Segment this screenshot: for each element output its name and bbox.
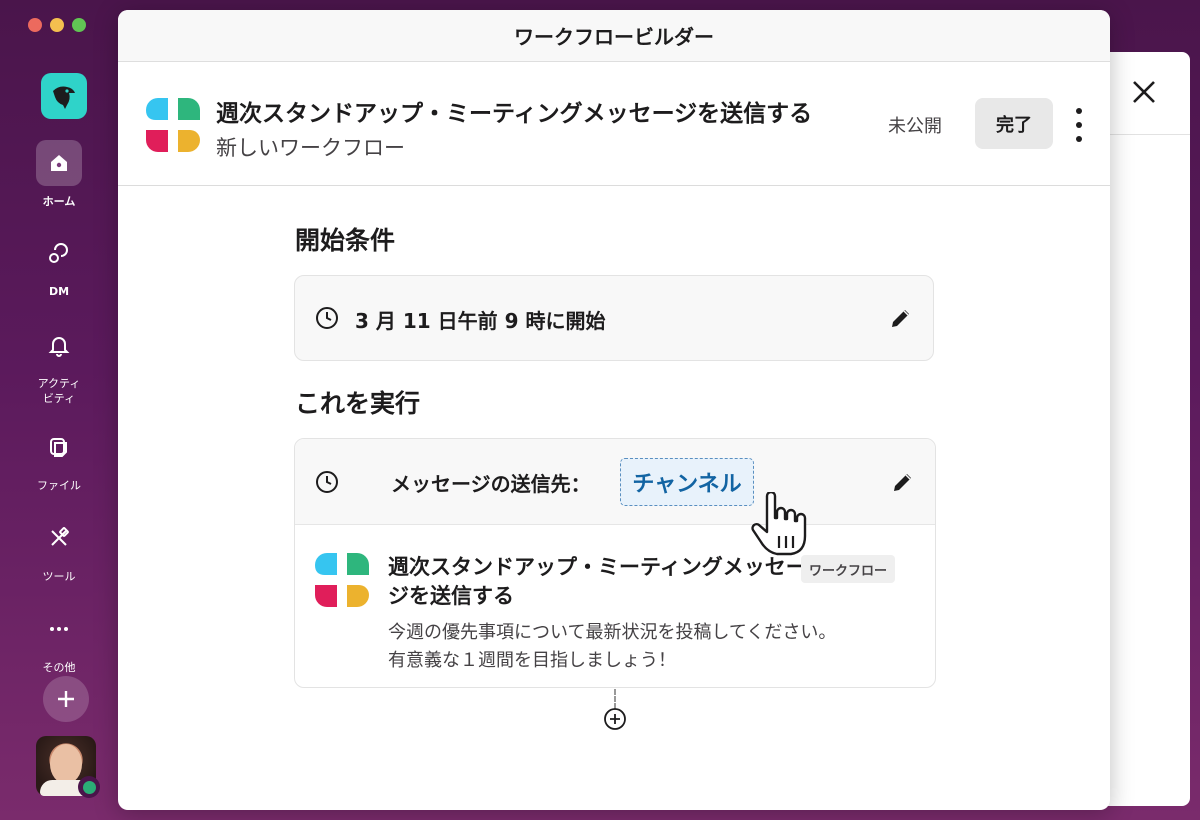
workflow-builder-modal: ワークフロービルダー 週次スタンドアップ・ミーティングメッセージを送信する 新し… (118, 10, 1110, 810)
publish-status: 未公開 (888, 116, 942, 137)
action-step-header: メッセージの送信先： チャンネル (295, 439, 935, 525)
more-icon (50, 627, 68, 631)
tools-icon (51, 527, 69, 546)
window-controls (28, 18, 86, 32)
add-step-icon[interactable] (603, 707, 627, 731)
message-body-line-1: 今週の優先事項について最新状況を投稿してください。 (388, 622, 837, 643)
message-body-line-2: 有意義な１週間を目指しましょう！ (388, 650, 676, 671)
dm-icon (49, 243, 68, 263)
trigger-text: 3 月 11 日午前 9 時に開始 (355, 309, 606, 333)
send-to-label: メッセージの送信先： (391, 472, 591, 496)
edit-trigger-icon[interactable] (889, 306, 913, 330)
rail-label-files: ファイル (37, 479, 81, 492)
message-preview-body: 今週の優先事項について最新状況を投稿してください。 有意義な１週間を目指しましょ… (388, 619, 928, 675)
modal-title: ワークフロービルダー (118, 10, 1110, 62)
more-options-icon[interactable] (1072, 108, 1086, 142)
bird-logo-icon (53, 86, 75, 109)
message-preview-title: 週次スタンドアップ・ミーティングメッセージを送信する (388, 555, 807, 608)
channel-variable-chip[interactable]: チャンネル (620, 458, 754, 506)
close-icon[interactable] (1130, 78, 1158, 106)
rail-label-more: その他 (42, 661, 76, 674)
home-icon (51, 155, 67, 171)
trigger-card[interactable]: 3 月 11 日午前 9 時に開始 (294, 275, 934, 361)
workflow-header: 週次スタンドアップ・ミーティングメッセージを送信する 新しいワークフロー 未公開… (118, 62, 1110, 186)
workspace-logo[interactable] (41, 73, 87, 119)
workflow-title: 週次スタンドアップ・ミーティングメッセージを送信する (216, 101, 813, 127)
rail-item-dm[interactable]: DM (0, 230, 118, 299)
rail-label-activity: アクティ ビティ (37, 377, 81, 405)
action-heading: これを実行 (295, 389, 421, 418)
rail-item-more[interactable]: その他 (0, 606, 118, 675)
rail-label-home: ホーム (42, 195, 76, 208)
workflow-logo-icon (315, 553, 369, 607)
step-connector (614, 689, 616, 709)
done-button[interactable]: 完了 (975, 98, 1053, 149)
presence-indicator (78, 776, 100, 798)
rail-item-files[interactable]: ファイル (0, 424, 118, 493)
minimize-window-button[interactable] (50, 18, 64, 32)
trigger-heading: 開始条件 (295, 226, 396, 255)
workflow-badge: ワークフロー (801, 555, 896, 583)
edit-step-icon[interactable] (891, 470, 915, 494)
plus-icon (58, 691, 74, 707)
rail-item-tools[interactable]: ツール (0, 515, 118, 584)
rail-item-home[interactable]: ホーム (0, 140, 118, 209)
workflow-logo-icon (146, 98, 200, 152)
workspace-rail: ホーム DM アクティ ビティ ファイル ツール その他 (0, 60, 118, 820)
rail-label-dm: DM (48, 285, 70, 298)
clock-icon (316, 471, 338, 493)
clock-icon (316, 307, 338, 329)
add-button[interactable] (43, 676, 89, 722)
files-icon (50, 438, 67, 457)
zoom-window-button[interactable] (72, 18, 86, 32)
bell-icon (48, 337, 70, 357)
close-window-button[interactable] (28, 18, 42, 32)
hand-cursor-icon (751, 492, 807, 556)
rail-label-tools: ツール (42, 570, 76, 583)
action-step-card[interactable]: メッセージの送信先： チャンネル 週次スタンドアップ・ミーティングメッセージを送… (294, 438, 936, 688)
rail-item-activity[interactable]: アクティ ビティ (0, 322, 118, 406)
workflow-subtitle: 新しいワークフロー (216, 136, 405, 160)
